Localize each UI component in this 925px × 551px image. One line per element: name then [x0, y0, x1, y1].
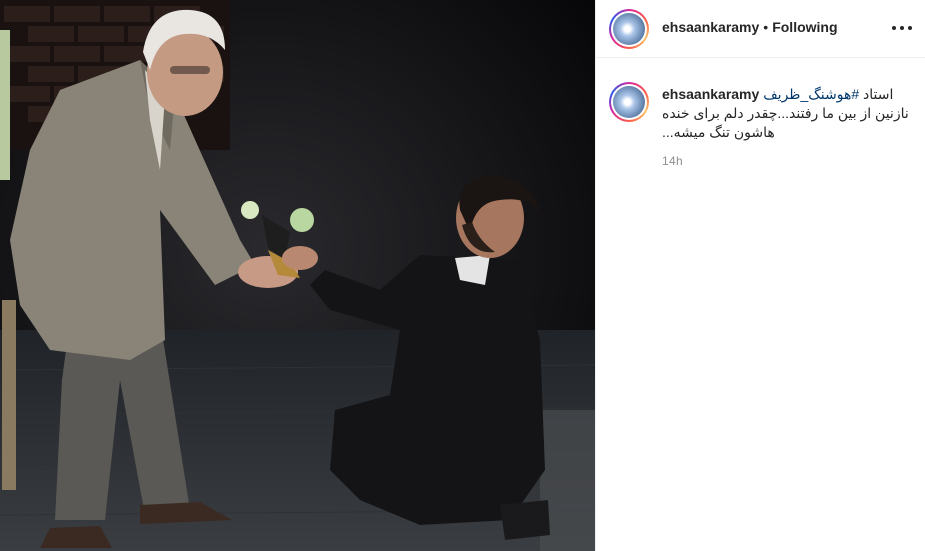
post-header: ehsaankaramy • Following [596, 0, 925, 58]
caption-line-2: نازنین از بین ما رفتند...چقدر دلم برای خ… [662, 105, 909, 121]
avatar-image [613, 13, 645, 45]
caption-line-3: هاشون تنگ میشه... [662, 124, 775, 140]
caption-body: ehsaankaramy #هوشنگ_ظریف استاد نازنین از… [662, 85, 910, 142]
caption-prefix: استاد [863, 86, 894, 102]
post-sidebar: ehsaankaramy • Following ehsaankaramy #هوش… [595, 0, 925, 551]
username-link[interactable]: ehsaankaramy [662, 19, 759, 35]
post-viewer: ehsaankaramy • Following ehsaankaramy #هوش… [0, 0, 925, 551]
avatar[interactable] [609, 9, 649, 49]
comment-avatar-image [613, 86, 645, 118]
comment-avatar[interactable] [609, 82, 649, 122]
following-button[interactable]: Following [772, 19, 837, 35]
caption-username[interactable]: ehsaankaramy [662, 86, 759, 102]
separator-dot: • [763, 19, 769, 35]
header-text: ehsaankaramy • Following [662, 19, 838, 35]
hashtag-link[interactable]: #هوشنگ_ظریف [763, 86, 859, 102]
more-options-icon[interactable] [892, 18, 912, 38]
photo-illustration [0, 0, 595, 551]
post-timestamp[interactable]: 14h [662, 154, 683, 168]
post-photo[interactable] [0, 0, 595, 551]
